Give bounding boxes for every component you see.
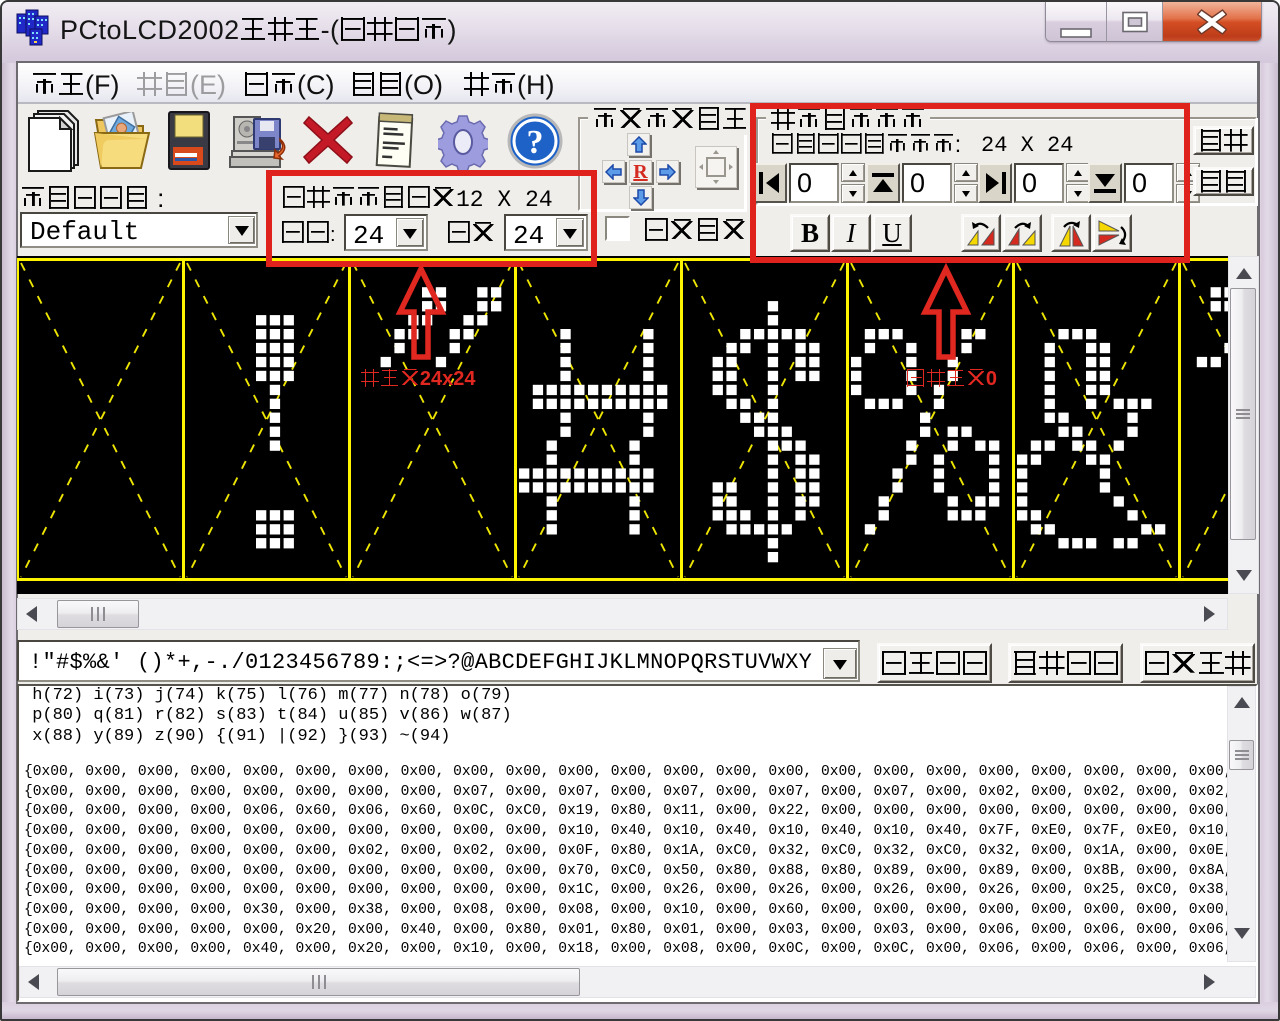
svg-text:?: ? — [527, 124, 544, 161]
